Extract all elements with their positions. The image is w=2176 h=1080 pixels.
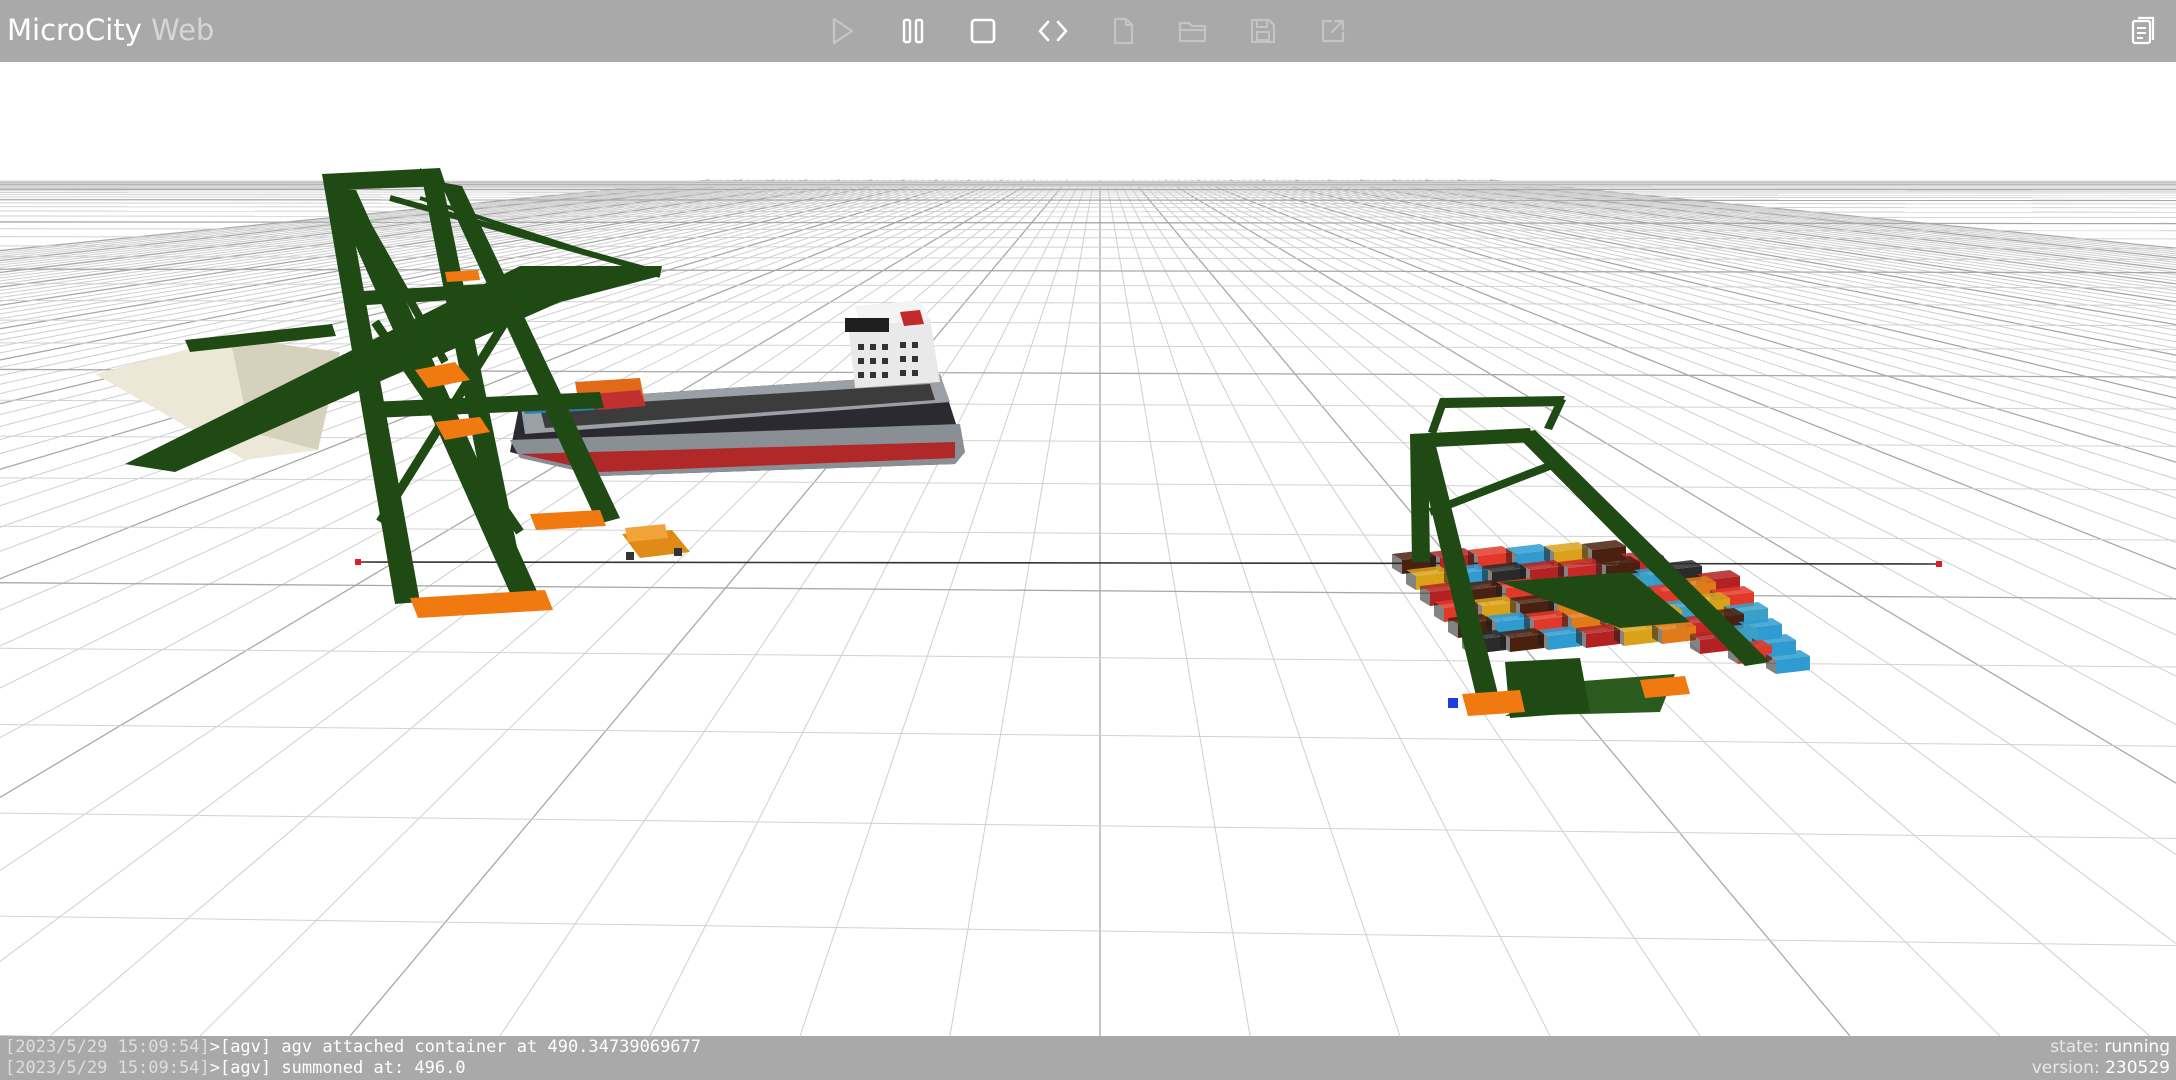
- clipboard-button[interactable]: [2126, 14, 2160, 48]
- save-button[interactable]: [1246, 14, 1280, 48]
- version-label: version:: [2031, 1058, 2100, 1078]
- ground-grid: [0, 179, 2176, 1036]
- log-tag: [agv]: [219, 1058, 272, 1078]
- log-timestamp: [2023/5/29 15:09:54]: [5, 1037, 210, 1057]
- clipboard-icon: [2131, 16, 2155, 45]
- new-file-button[interactable]: [1106, 14, 1140, 48]
- console-panel: [2023/5/29 15:09:54]>[agv] agv attached …: [0, 1036, 2176, 1080]
- state-label: state:: [2050, 1037, 2099, 1057]
- pause-button[interactable]: [896, 14, 930, 48]
- open-folder-button[interactable]: [1176, 14, 1210, 48]
- pause-icon: [902, 18, 924, 44]
- stop-button[interactable]: [966, 14, 1000, 48]
- play-button[interactable]: [825, 14, 859, 48]
- app-title-sub: Web: [151, 13, 215, 47]
- log-text: agv attached container at 490.3473906967…: [271, 1037, 702, 1057]
- code-icon: [1038, 20, 1068, 42]
- stop-icon: [970, 18, 996, 44]
- file-icon: [1113, 17, 1134, 45]
- save-icon: [1250, 18, 1276, 44]
- log-prompt: >: [209, 1037, 220, 1057]
- share-button[interactable]: [1316, 14, 1350, 48]
- log-tag: [agv]: [219, 1037, 272, 1057]
- state-value: running: [2104, 1037, 2170, 1057]
- app-title: MicroCity Web: [7, 13, 214, 47]
- agv-path: [355, 559, 1942, 567]
- agv-vehicle: [622, 524, 690, 560]
- 3d-viewport[interactable]: [0, 62, 2176, 1036]
- app-title-main: MicroCity: [7, 13, 142, 47]
- share-icon: [1321, 19, 1345, 43]
- code-button[interactable]: [1036, 14, 1070, 48]
- log-text: summoned at: 496.0: [271, 1058, 466, 1078]
- folder-open-icon: [1178, 21, 1207, 43]
- state-status: state: running: [2050, 1037, 2170, 1058]
- play-icon: [832, 17, 854, 45]
- log-timestamp: [2023/5/29 15:09:54]: [5, 1058, 210, 1078]
- log-line: [2023/5/29 15:09:54]>[agv] agv attached …: [5, 1037, 701, 1058]
- top-toolbar: MicroCity Web: [0, 0, 2176, 62]
- log-line: [2023/5/29 15:09:54]>[agv] summoned at: …: [5, 1058, 466, 1079]
- version-status: version: 230529: [2032, 1058, 2170, 1079]
- log-prompt: >: [209, 1058, 220, 1078]
- port-scene: [0, 168, 2176, 1036]
- version-value: 230529: [2105, 1058, 2170, 1078]
